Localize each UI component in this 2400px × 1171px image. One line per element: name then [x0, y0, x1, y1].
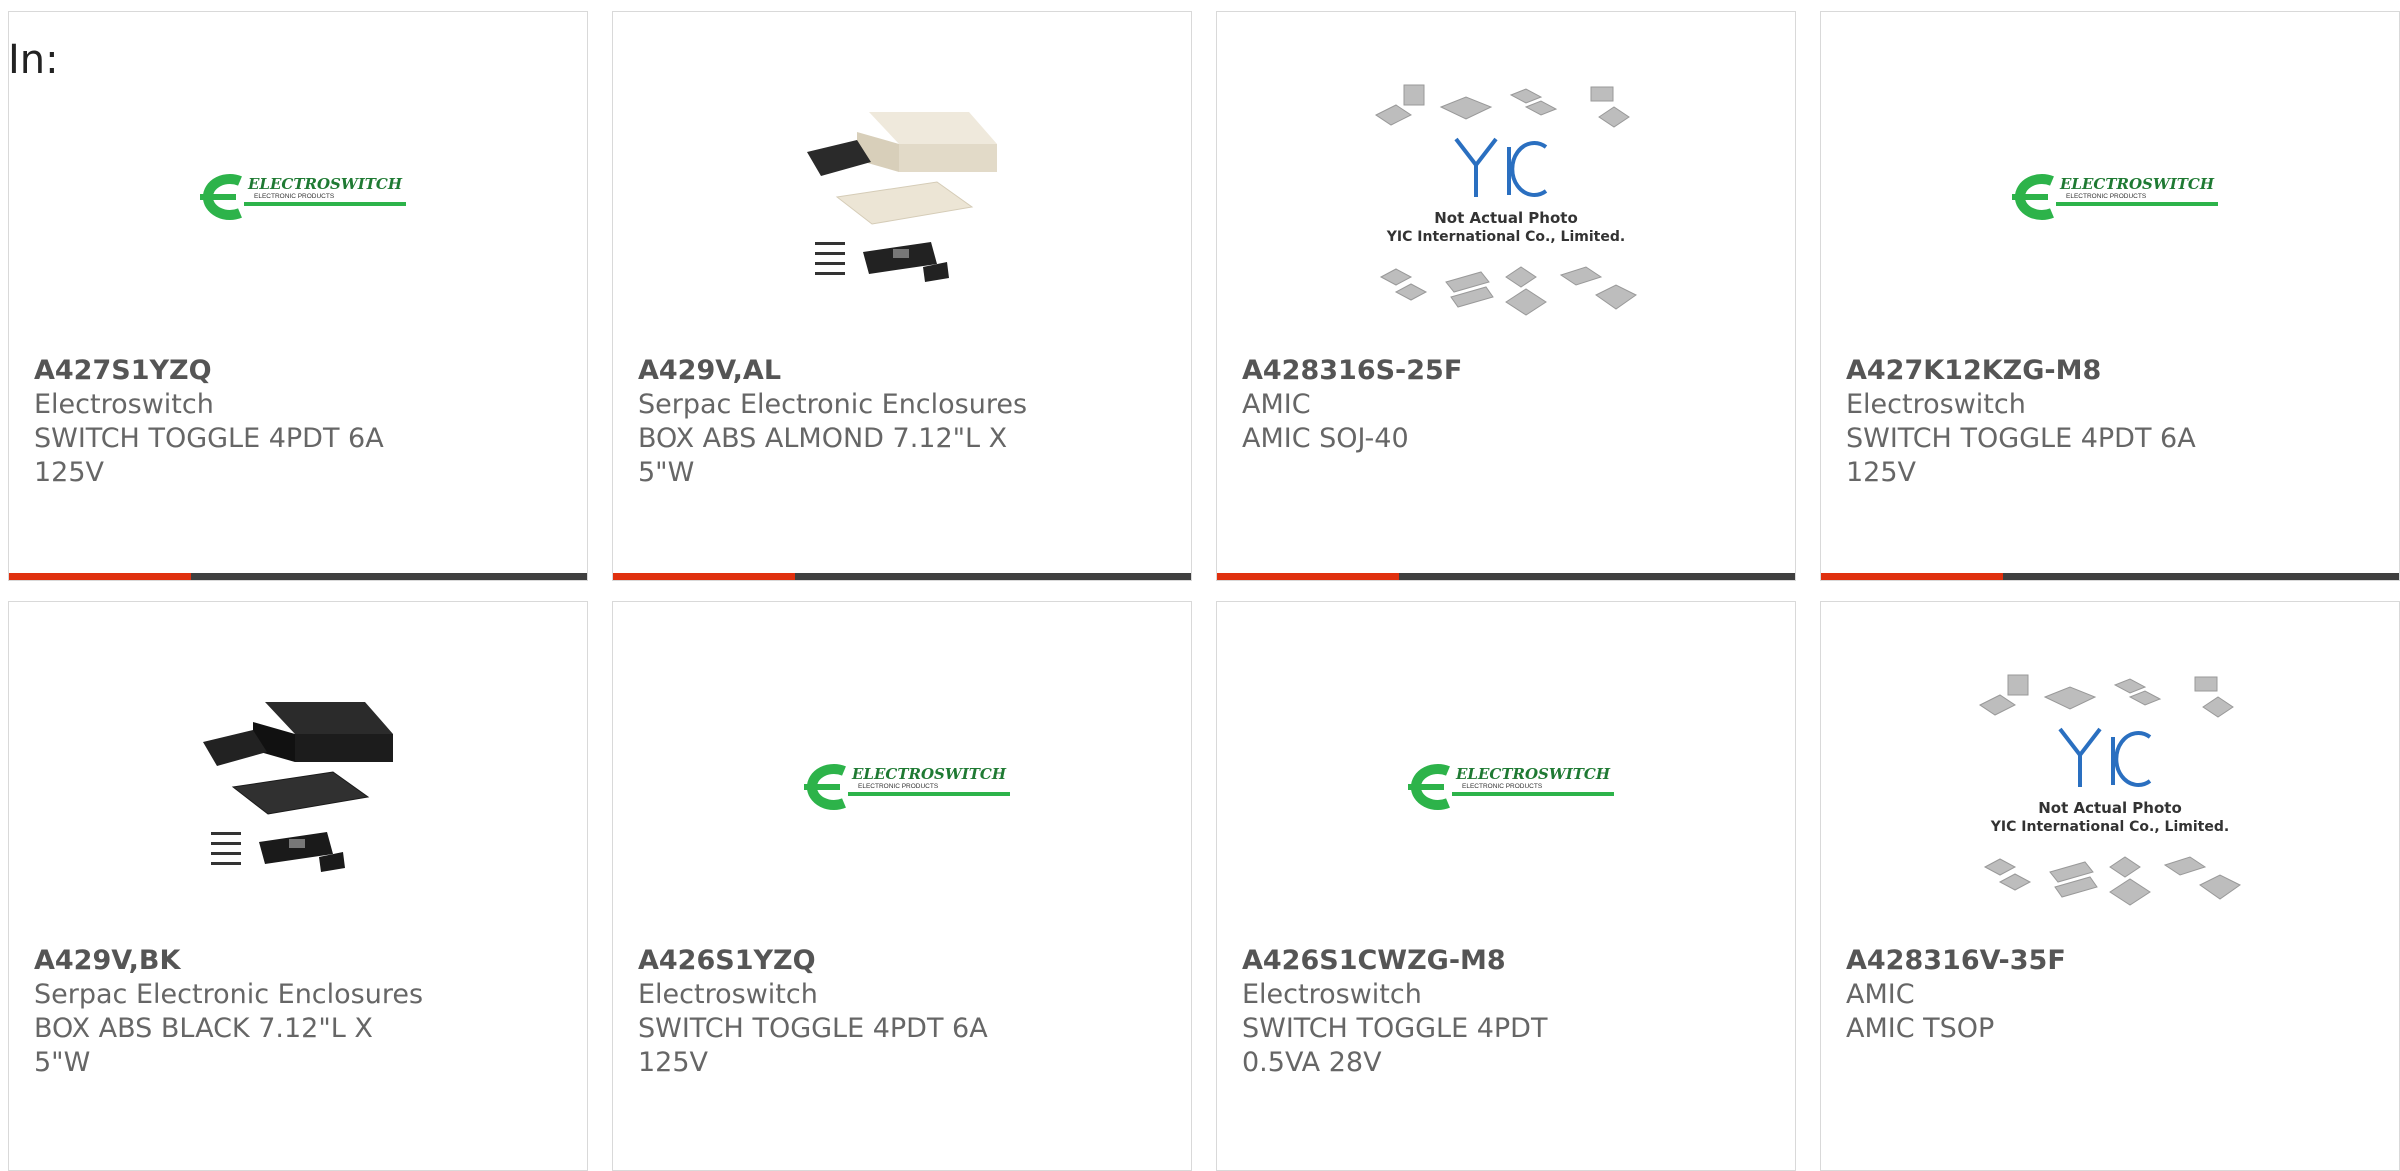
- manufacturer: Serpac Electronic Enclosures: [638, 389, 1028, 420]
- electroswitch-logo-icon: ELECTROSWITCH ELECTRONIC PRODUCTS: [2012, 174, 2218, 220]
- product-card[interactable]: Not Actual Photo YIC International Co., …: [1216, 11, 1796, 581]
- part-number[interactable]: A428316V-35F: [1846, 944, 2374, 978]
- product-image[interactable]: [613, 82, 1191, 312]
- svg-text:ELECTRONIC PRODUCTS: ELECTRONIC PRODUCTS: [2066, 193, 2147, 200]
- product-image[interactable]: [9, 672, 587, 902]
- part-number[interactable]: A429V,BK: [34, 944, 562, 978]
- product-card[interactable]: A429V,AL Serpac Electronic Enclosures BO…: [612, 11, 1192, 581]
- part-number[interactable]: A429V,AL: [638, 354, 1166, 388]
- yic-placeholder-icon: Not Actual Photo YIC International Co., …: [1375, 84, 1637, 316]
- part-number[interactable]: A428316S-25F: [1242, 354, 1770, 388]
- manufacturer: Electroswitch: [638, 979, 818, 1010]
- enclosure-black-icon: [203, 702, 393, 872]
- product-card[interactable]: ELECTROSWITCH ELECTRONIC PRODUCTS A426S1…: [1216, 601, 1796, 1171]
- svg-text:ELECTROSWITCH: ELECTROSWITCH: [247, 175, 403, 193]
- description: SWITCH TOGGLE 4PDT 6A 125V: [1846, 423, 2196, 488]
- product-card[interactable]: ELECTROSWITCH ELECTRONIC PRODUCTS A426S1…: [612, 601, 1192, 1171]
- product-image[interactable]: ELECTROSWITCH ELECTRONIC PRODUCTS: [613, 672, 1191, 902]
- svg-text:Not Actual Photo: Not Actual Photo: [2038, 799, 2182, 817]
- part-number[interactable]: A427S1YZQ: [34, 354, 562, 388]
- svg-text:ELECTRONIC PRODUCTS: ELECTRONIC PRODUCTS: [858, 783, 939, 790]
- svg-text:YIC International Co., Limited: YIC International Co., Limited.: [1386, 229, 1625, 245]
- description: AMIC TSOP: [1846, 1013, 1995, 1044]
- svg-text:YIC International Co., Limited: YIC International Co., Limited.: [1990, 819, 2229, 835]
- product-card[interactable]: ELECTROSWITCH ELECTRONIC PRODUCTS A427S1…: [8, 11, 588, 581]
- card-bar: [9, 573, 587, 580]
- yic-placeholder-icon: Not Actual Photo YIC International Co., …: [1979, 674, 2241, 906]
- description: BOX ABS ALMOND 7.12"L X 5"W: [638, 423, 1008, 488]
- part-number[interactable]: A426S1YZQ: [638, 944, 1166, 978]
- product-image[interactable]: ELECTROSWITCH ELECTRONIC PRODUCTS: [1217, 672, 1795, 902]
- enclosure-almond-icon: [807, 112, 997, 282]
- product-card[interactable]: A429V,BK Serpac Electronic Enclosures BO…: [8, 601, 588, 1171]
- manufacturer: Electroswitch: [1846, 389, 2026, 420]
- description: SWITCH TOGGLE 4PDT 0.5VA 28V: [1242, 1013, 1548, 1078]
- product-image[interactable]: Not Actual Photo YIC International Co., …: [1217, 82, 1795, 316]
- card-bar: [613, 573, 1191, 580]
- product-card[interactable]: Not Actual Photo YIC International Co., …: [1820, 601, 2400, 1171]
- electroswitch-logo-icon: ELECTROSWITCH ELECTRONIC PRODUCTS: [804, 764, 1010, 810]
- electroswitch-logo-icon: ELECTROSWITCH ELECTRONIC PRODUCTS: [200, 174, 406, 220]
- product-card[interactable]: ELECTROSWITCH ELECTRONIC PRODUCTS A427K1…: [1820, 11, 2400, 581]
- description: SWITCH TOGGLE 4PDT 6A 125V: [638, 1013, 988, 1078]
- manufacturer: AMIC: [1846, 979, 1915, 1010]
- part-number[interactable]: A427K12KZG-M8: [1846, 354, 2374, 388]
- manufacturer: Electroswitch: [1242, 979, 1422, 1010]
- manufacturer: AMIC: [1242, 389, 1311, 420]
- electroswitch-logo-icon: ELECTROSWITCH ELECTRONIC PRODUCTS: [1408, 764, 1614, 810]
- card-bar: [1217, 573, 1795, 580]
- svg-text:ELECTRONIC PRODUCTS: ELECTRONIC PRODUCTS: [1462, 783, 1543, 790]
- description: AMIC SOJ-40: [1242, 423, 1409, 454]
- svg-text:ELECTROSWITCH: ELECTROSWITCH: [2059, 175, 2215, 193]
- product-image[interactable]: Not Actual Photo YIC International Co., …: [1821, 672, 2399, 906]
- description: BOX ABS BLACK 7.12"L X 5"W: [34, 1013, 373, 1078]
- svg-text:Not Actual Photo: Not Actual Photo: [1434, 209, 1578, 227]
- card-bar: [1821, 573, 2399, 580]
- in-label: In:: [8, 37, 59, 83]
- manufacturer: Electroswitch: [34, 389, 214, 420]
- product-image[interactable]: ELECTROSWITCH ELECTRONIC PRODUCTS: [1821, 82, 2399, 312]
- description: SWITCH TOGGLE 4PDT 6A 125V: [34, 423, 384, 488]
- svg-text:ELECTRONIC PRODUCTS: ELECTRONIC PRODUCTS: [254, 193, 335, 200]
- svg-text:ELECTROSWITCH: ELECTROSWITCH: [851, 765, 1007, 783]
- manufacturer: Serpac Electronic Enclosures: [34, 979, 424, 1010]
- part-number[interactable]: A426S1CWZG-M8: [1242, 944, 1770, 978]
- svg-text:ELECTROSWITCH: ELECTROSWITCH: [1455, 765, 1611, 783]
- product-image[interactable]: ELECTROSWITCH ELECTRONIC PRODUCTS: [9, 82, 587, 312]
- product-grid: ELECTROSWITCH ELECTRONIC PRODUCTS A427S1…: [8, 11, 2400, 1171]
